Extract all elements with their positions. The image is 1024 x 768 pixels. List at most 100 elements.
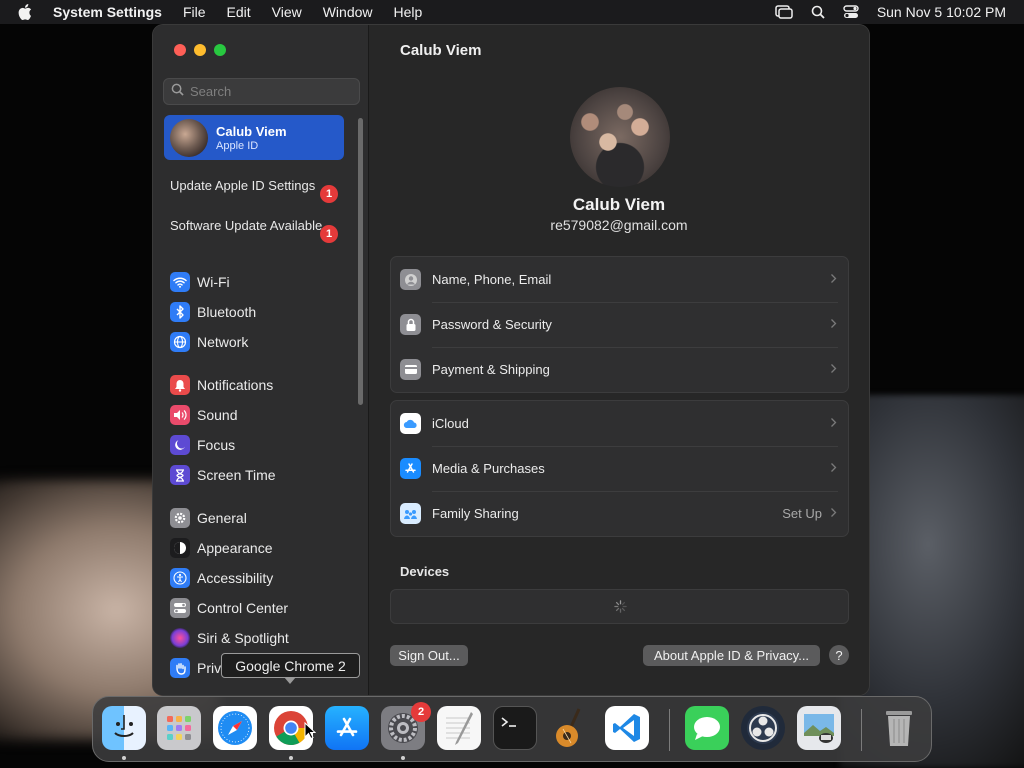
sidebar-item-label: Sound [197, 407, 238, 423]
sidebar-scrollbar[interactable] [358, 118, 363, 405]
row-label: Payment & Shipping [432, 362, 550, 377]
trash-icon[interactable] [877, 706, 921, 750]
siri-icon [170, 628, 190, 648]
family-sharing-row[interactable]: Family Sharing Set Up [391, 491, 848, 536]
system-settings-window: Calub Viem Apple ID Update Apple ID Sett… [153, 25, 869, 695]
account-subtitle: Apple ID [216, 139, 259, 152]
mouse-cursor-icon [304, 722, 316, 740]
running-indicator [122, 756, 126, 760]
services-group: iCloud Media & Purchases Family Sharing … [390, 400, 849, 537]
dock-separator [669, 709, 670, 751]
menu-app-name[interactable]: System Settings [53, 4, 162, 20]
safari-icon[interactable] [213, 706, 257, 750]
apple-menu-icon[interactable] [18, 4, 34, 20]
launchpad-icon[interactable] [157, 706, 201, 750]
speaker-icon [170, 405, 190, 425]
row-label: Media & Purchases [432, 461, 545, 476]
dock: 2 [92, 696, 932, 762]
app-store-icon [400, 458, 421, 479]
menu-view[interactable]: View [272, 4, 302, 20]
help-button[interactable]: ? [829, 645, 849, 665]
software-update-item[interactable]: Software Update Available [170, 218, 340, 234]
wifi-icon [170, 272, 190, 292]
row-label: iCloud [432, 416, 469, 431]
close-window-button[interactable] [174, 44, 186, 56]
garageband-icon[interactable] [549, 706, 593, 750]
avatar [170, 118, 208, 157]
chevron-right-icon [831, 508, 837, 517]
dock-tooltip: Google Chrome 2 [221, 653, 360, 678]
notification-badge: 1 [320, 185, 338, 203]
menu-edit[interactable]: Edit [227, 4, 251, 20]
sidebar-item-label: Notifications [197, 377, 274, 393]
menu-clock[interactable]: Sun Nov 5 10:02 PM [877, 4, 1006, 20]
profile-name: Calub Viem [572, 195, 666, 214]
sidebar-item-screen-time[interactable]: Screen Time [170, 462, 276, 488]
search-icon [171, 83, 184, 101]
sidebar-item-privacy[interactable]: Priv [170, 655, 221, 681]
screen-mirroring-icon[interactable] [775, 5, 793, 19]
card-icon [400, 359, 421, 380]
finder-icon[interactable] [102, 706, 146, 750]
profile-email: re579082@gmail.com [550, 217, 688, 233]
preview-icon[interactable] [797, 706, 841, 750]
row-label: Family Sharing [432, 506, 519, 521]
sidebar-item-general[interactable]: General [170, 505, 247, 531]
sidebar-item-label: Control Center [197, 600, 289, 616]
icloud-row[interactable]: iCloud [391, 401, 848, 446]
hand-icon [170, 658, 190, 678]
sidebar-item-wifi[interactable]: Wi-Fi [170, 269, 230, 295]
person-icon [400, 269, 421, 290]
devices-list [390, 589, 849, 624]
control-center-icon [170, 598, 190, 618]
update-apple-id-settings-item[interactable]: Update Apple ID Settings [170, 178, 340, 194]
tooltip-pointer [284, 677, 296, 684]
sidebar-item-label: Screen Time [197, 467, 276, 483]
row-label: Password & Security [432, 317, 552, 332]
running-indicator [401, 756, 405, 760]
terminal-icon[interactable] [493, 706, 537, 750]
sign-out-button[interactable]: Sign Out... [390, 645, 468, 666]
sidebar-item-appearance[interactable]: Appearance [170, 535, 273, 561]
chevron-right-icon [831, 463, 837, 472]
sidebar-item-notifications[interactable]: Notifications [170, 372, 273, 398]
media-purchases-row[interactable]: Media & Purchases [391, 446, 848, 491]
name-phone-email-row[interactable]: Name, Phone, Email [391, 257, 848, 302]
sidebar-item-control-center[interactable]: Control Center [170, 595, 288, 621]
about-apple-id-privacy-button[interactable]: About Apple ID & Privacy... [643, 645, 820, 666]
spotlight-search-icon[interactable] [811, 5, 825, 19]
password-security-row[interactable]: Password & Security [391, 302, 848, 347]
moon-icon [170, 435, 190, 455]
minimize-window-button[interactable] [194, 44, 206, 56]
menu-window[interactable]: Window [323, 4, 373, 20]
sidebar-item-network[interactable]: Network [170, 329, 248, 355]
family-icon [400, 503, 421, 524]
apple-id-pane: Calub Viem Calub Viem re579082@gmail.com… [369, 25, 869, 695]
sidebar-item-sound[interactable]: Sound [170, 402, 237, 428]
notification-badge: 1 [320, 225, 338, 243]
app-store-dock-icon[interactable] [325, 706, 369, 750]
sidebar-item-label: Bluetooth [197, 304, 257, 320]
control-center-menu-icon[interactable] [843, 5, 859, 19]
messages-icon[interactable] [685, 706, 729, 750]
visual-studio-code-icon[interactable] [605, 706, 649, 750]
zoom-window-button[interactable] [214, 44, 226, 56]
search-input[interactable] [190, 84, 350, 99]
profile-avatar[interactable] [570, 87, 670, 187]
family-sharing-status: Set Up [782, 506, 822, 521]
sidebar-item-siri-spotlight[interactable]: Siri & Spotlight [170, 625, 289, 651]
obs-icon[interactable] [741, 706, 785, 750]
textedit-icon[interactable] [437, 706, 481, 750]
sidebar-item-accessibility[interactable]: Accessibility [170, 565, 273, 591]
sidebar-item-label: Focus [197, 437, 236, 453]
sidebar-item-focus[interactable]: Focus [170, 432, 235, 458]
chevron-right-icon [831, 274, 837, 283]
page-title: Calub Viem [400, 42, 482, 59]
lock-icon [400, 314, 421, 335]
sidebar-apple-id-account[interactable]: Calub Viem Apple ID [164, 115, 344, 160]
menu-help[interactable]: Help [394, 4, 423, 20]
menu-file[interactable]: File [183, 4, 206, 20]
payment-shipping-row[interactable]: Payment & Shipping [391, 347, 848, 392]
sidebar-item-bluetooth[interactable]: Bluetooth [170, 299, 256, 325]
row-label: Name, Phone, Email [432, 272, 552, 287]
